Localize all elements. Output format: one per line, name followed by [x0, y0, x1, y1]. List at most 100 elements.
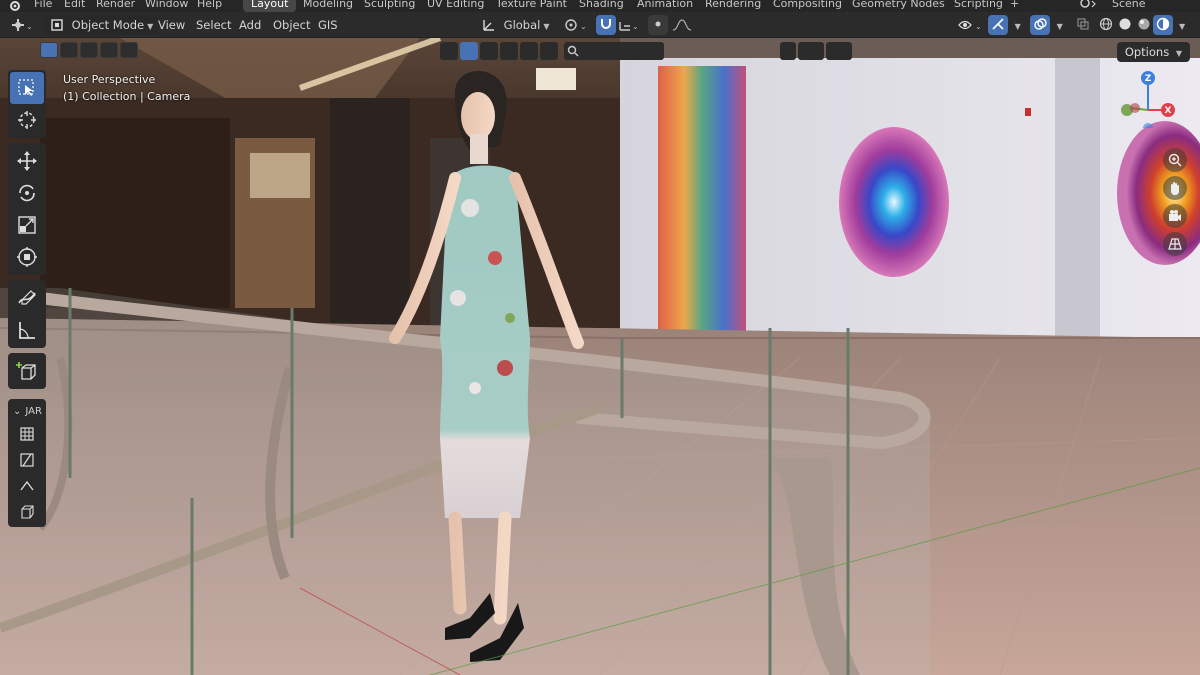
snap-toggle[interactable] — [596, 15, 616, 35]
orientation-label: Global — [503, 18, 541, 32]
filter-mesh-icon[interactable] — [480, 42, 498, 60]
shading-options-dropdown[interactable]: ▼ — [1176, 15, 1185, 35]
menu-file[interactable]: File — [34, 0, 52, 12]
pivot-point-icon[interactable]: ⌄ — [562, 15, 590, 35]
roof-tool[interactable] — [10, 473, 44, 499]
tab-layout[interactable]: Layout — [243, 0, 297, 12]
svg-text:Z: Z — [1145, 74, 1152, 84]
3d-viewport[interactable]: Options ▼ User Perspective (1) Collectio… — [0, 38, 1200, 675]
xray-icon — [1073, 15, 1093, 35]
transform-tool[interactable] — [10, 241, 44, 273]
grid-perspective-icon — [1168, 238, 1182, 250]
tab-animation[interactable]: Animation — [637, 0, 693, 12]
menu-select[interactable]: Select — [196, 15, 231, 35]
select-box-tool[interactable] — [10, 72, 44, 104]
mode-dropdown[interactable]: Object Mode ▼ — [44, 15, 160, 35]
tab-texture-paint[interactable]: Texture Paint — [496, 0, 567, 12]
tab-uv-editing[interactable]: UV Editing — [427, 0, 484, 12]
zoom-button[interactable] — [1163, 148, 1187, 172]
addon-panel-header[interactable]: ⌄ JAR — [8, 401, 46, 421]
menu-object[interactable]: Object — [273, 15, 310, 35]
chevron-down-icon: ⌄ — [13, 405, 22, 417]
split-tool[interactable] — [10, 447, 44, 473]
add-cube-icon — [16, 362, 36, 380]
overlays-icon — [1030, 15, 1050, 35]
chevron-down-icon: ▼ — [147, 22, 154, 31]
select-invert-icon[interactable] — [100, 42, 118, 58]
shading-wireframe-button[interactable] — [1096, 15, 1116, 35]
pan-button[interactable] — [1163, 176, 1187, 200]
annotate-tool[interactable] — [10, 282, 44, 314]
wireframe-sphere-icon — [1096, 15, 1116, 35]
gizmo-toggle[interactable]: ▼ — [988, 15, 1021, 35]
filter-camera-icon[interactable] — [500, 42, 518, 60]
camera-view-button[interactable] — [1163, 204, 1187, 228]
svg-text:X: X — [1165, 106, 1172, 116]
perspective-label: User Perspective — [63, 73, 156, 86]
perspective-toggle-button[interactable] — [1163, 232, 1187, 256]
navigation-gizmo[interactable]: Z X — [1108, 68, 1188, 133]
box-tool[interactable] — [10, 499, 44, 525]
sort-options-icon[interactable] — [798, 42, 824, 60]
tab-modeling[interactable]: Modeling — [303, 0, 353, 12]
tab-sculpting[interactable]: Sculpting — [364, 0, 415, 12]
overlays-toggle[interactable]: ▼ — [1030, 15, 1063, 35]
scene-icon[interactable] — [1080, 0, 1098, 12]
tab-compositing[interactable]: Compositing — [773, 0, 842, 12]
svg-text:⌄: ⌄ — [632, 22, 639, 31]
object-filter-row — [440, 41, 852, 61]
menu-view[interactable]: View — [158, 15, 185, 35]
falloff-curve-icon[interactable] — [670, 15, 694, 35]
tab-scripting[interactable]: Scripting — [954, 0, 1003, 12]
filter-light-icon[interactable] — [520, 42, 538, 60]
measure-tool[interactable] — [10, 314, 44, 346]
zoom-icon — [1168, 153, 1182, 167]
collection-label: (1) Collection | Camera — [63, 90, 191, 103]
visibility-dropdown[interactable]: ⌄ — [956, 15, 984, 35]
menu-edit[interactable]: Edit — [64, 0, 85, 12]
editor-type-dropdown[interactable]: ⌄ — [8, 15, 34, 35]
proportional-edit-toggle[interactable] — [648, 15, 668, 35]
menu-add[interactable]: Add — [239, 15, 261, 35]
menu-help[interactable]: Help — [197, 0, 222, 12]
svg-text:⌄: ⌄ — [580, 22, 587, 31]
scene-name[interactable]: Scene — [1112, 0, 1146, 12]
blender-logo-icon[interactable] — [8, 0, 22, 11]
menu-window[interactable]: Window — [145, 0, 188, 12]
chevron-down-icon: ▼ — [543, 22, 550, 31]
transform-orientation-dropdown[interactable]: Global ▼ — [482, 15, 550, 35]
filter-empty-icon[interactable] — [540, 42, 558, 60]
cursor-tool[interactable] — [10, 104, 44, 136]
snap-target-dropdown[interactable]: ⌄ — [617, 15, 641, 35]
xray-toggle[interactable] — [1073, 15, 1093, 35]
filter-solid-icon[interactable] — [440, 42, 458, 60]
shading-material-button[interactable] — [1134, 15, 1154, 35]
menu-gis[interactable]: GIS — [318, 15, 338, 35]
tab-rendering[interactable]: Rendering — [705, 0, 761, 12]
grid-tool[interactable] — [10, 421, 44, 447]
options-button[interactable]: Options ▼ — [1116, 42, 1190, 62]
rotate-tool[interactable] — [10, 177, 44, 209]
select-intersect-icon[interactable] — [120, 42, 138, 58]
select-extend-icon[interactable] — [60, 42, 78, 58]
filter-funnel-icon[interactable] — [826, 42, 852, 60]
shading-rendered-button[interactable] — [1153, 15, 1173, 35]
select-new-icon[interactable] — [40, 42, 58, 58]
add-workspace-button[interactable]: + — [1010, 0, 1019, 12]
filter-search-input[interactable] — [564, 42, 664, 60]
scale-tool[interactable] — [10, 209, 44, 241]
measure-icon — [19, 322, 35, 339]
filter-dropdown-icon[interactable] — [780, 42, 796, 60]
move-icon — [17, 151, 37, 171]
split-icon — [20, 453, 34, 467]
rotate-icon — [19, 184, 35, 202]
add-cube-tool[interactable] — [10, 355, 44, 387]
select-subtract-icon[interactable] — [80, 42, 98, 58]
move-tool[interactable] — [10, 145, 44, 177]
menu-render[interactable]: Render — [96, 0, 135, 12]
filter-selected-icon[interactable] — [460, 42, 478, 60]
tab-geometry-nodes[interactable]: Geometry Nodes — [852, 0, 945, 12]
svg-text:⌄: ⌄ — [26, 22, 33, 31]
shading-solid-button[interactable] — [1115, 15, 1135, 35]
tab-shading[interactable]: Shading — [579, 0, 624, 12]
